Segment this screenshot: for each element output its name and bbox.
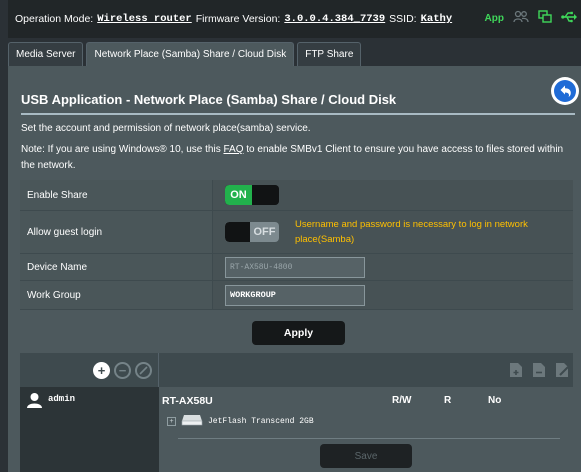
toggle-off-text: OFF	[253, 226, 276, 238]
account-item[interactable]: admin	[26, 392, 75, 411]
add-folder-icon[interactable]	[509, 362, 523, 381]
operation-mode-label: Operation Mode:	[15, 13, 94, 25]
toggle-knob	[225, 222, 250, 242]
apply-button[interactable]: Apply	[252, 321, 345, 345]
column-no-access[interactable]: No	[488, 395, 501, 406]
disk-name: JetFlash Transcend 2GB	[208, 417, 314, 426]
device-name-field[interactable]: RT-AX58U-4800	[225, 256, 365, 278]
tab-media-server[interactable]: Media Server	[8, 42, 84, 66]
expand-icon[interactable]: +	[167, 417, 176, 426]
note-text-before: Note: If you are using Windows® 10, use …	[21, 144, 224, 155]
tab-bar: Media Server Network Place (Samba) Share…	[8, 42, 362, 66]
main-panel: USB Application - Network Place (Samba) …	[8, 66, 581, 472]
network-status-icon[interactable]	[538, 10, 552, 27]
back-arrow-icon	[554, 80, 576, 102]
disk-row[interactable]: + JetFlash Transcend 2GB	[167, 414, 314, 429]
device-name-label: Device Name	[20, 254, 213, 280]
guest-login-label: Allow guest login	[20, 211, 213, 253]
ssid-link[interactable]: Kathy	[421, 13, 453, 25]
save-button[interactable]: Save	[320, 444, 412, 468]
toggle-knob	[252, 185, 279, 205]
tab-ftp-share[interactable]: FTP Share	[297, 42, 362, 66]
page-description: Set the account and permission of networ…	[21, 123, 311, 134]
device-label: RT-AX58U	[162, 395, 213, 407]
usb-icon[interactable]	[561, 10, 577, 27]
tab-samba-share[interactable]: Network Place (Samba) Share / Cloud Disk	[86, 42, 295, 66]
work-group-field[interactable]: WORKGROUP	[225, 284, 365, 306]
guest-login-toggle[interactable]: OFF	[225, 222, 279, 242]
toolbar-separator	[158, 353, 159, 387]
column-read-only[interactable]: R	[444, 395, 451, 406]
app-link[interactable]: App	[485, 13, 504, 24]
browser-toolbar: + −	[20, 353, 573, 387]
back-button[interactable]	[551, 77, 579, 105]
toggle-on-text: ON	[225, 185, 252, 205]
enable-share-label: Enable Share	[20, 180, 213, 210]
add-account-icon[interactable]: +	[93, 362, 110, 379]
settings-table: Enable Share ON Allow guest login OFF Us…	[20, 180, 573, 310]
column-read-write[interactable]: R/W	[392, 395, 411, 406]
work-group-row: Work Group WORKGROUP	[20, 281, 573, 310]
work-group-label: Work Group	[20, 281, 213, 309]
enable-share-toggle[interactable]: ON	[225, 185, 279, 205]
faq-link[interactable]: FAQ	[223, 144, 243, 155]
ssid-label: SSID:	[389, 13, 417, 25]
operation-mode-link[interactable]: Wireless router	[97, 13, 192, 25]
share-permission-browser: + − admin RT-AX58U R/W R No + JetFlash T…	[20, 353, 573, 472]
guest-login-note: Username and password is necessary to lo…	[295, 219, 528, 245]
windows-note: Note: If you are using Windows® 10, use …	[21, 142, 571, 174]
account-name: admin	[48, 394, 76, 404]
folder-permission-area: RT-AX58U R/W R No + JetFlash Transcend 2…	[159, 387, 573, 472]
firmware-version-link[interactable]: 3.0.0.4.384_7739	[284, 13, 385, 25]
folder-divider	[178, 438, 560, 439]
title-divider	[21, 113, 575, 115]
status-bar: Operation Mode: Wireless router Firmware…	[8, 0, 581, 38]
disk-icon	[181, 414, 203, 429]
user-group-icon[interactable]	[513, 10, 529, 27]
delete-folder-icon[interactable]	[532, 362, 546, 381]
device-name-row: Device Name RT-AX58U-4800	[20, 254, 573, 281]
edit-folder-icon[interactable]	[555, 362, 570, 381]
enable-share-row: Enable Share ON	[20, 180, 573, 211]
page-title: USB Application - Network Place (Samba) …	[21, 92, 397, 107]
guest-login-row: Allow guest login OFF Username and passw…	[20, 211, 573, 254]
firmware-label: Firmware Version:	[195, 13, 281, 25]
account-list: admin	[20, 387, 159, 472]
remove-account-icon[interactable]: −	[114, 362, 131, 379]
user-icon	[26, 392, 43, 411]
edit-account-icon[interactable]	[135, 362, 152, 379]
